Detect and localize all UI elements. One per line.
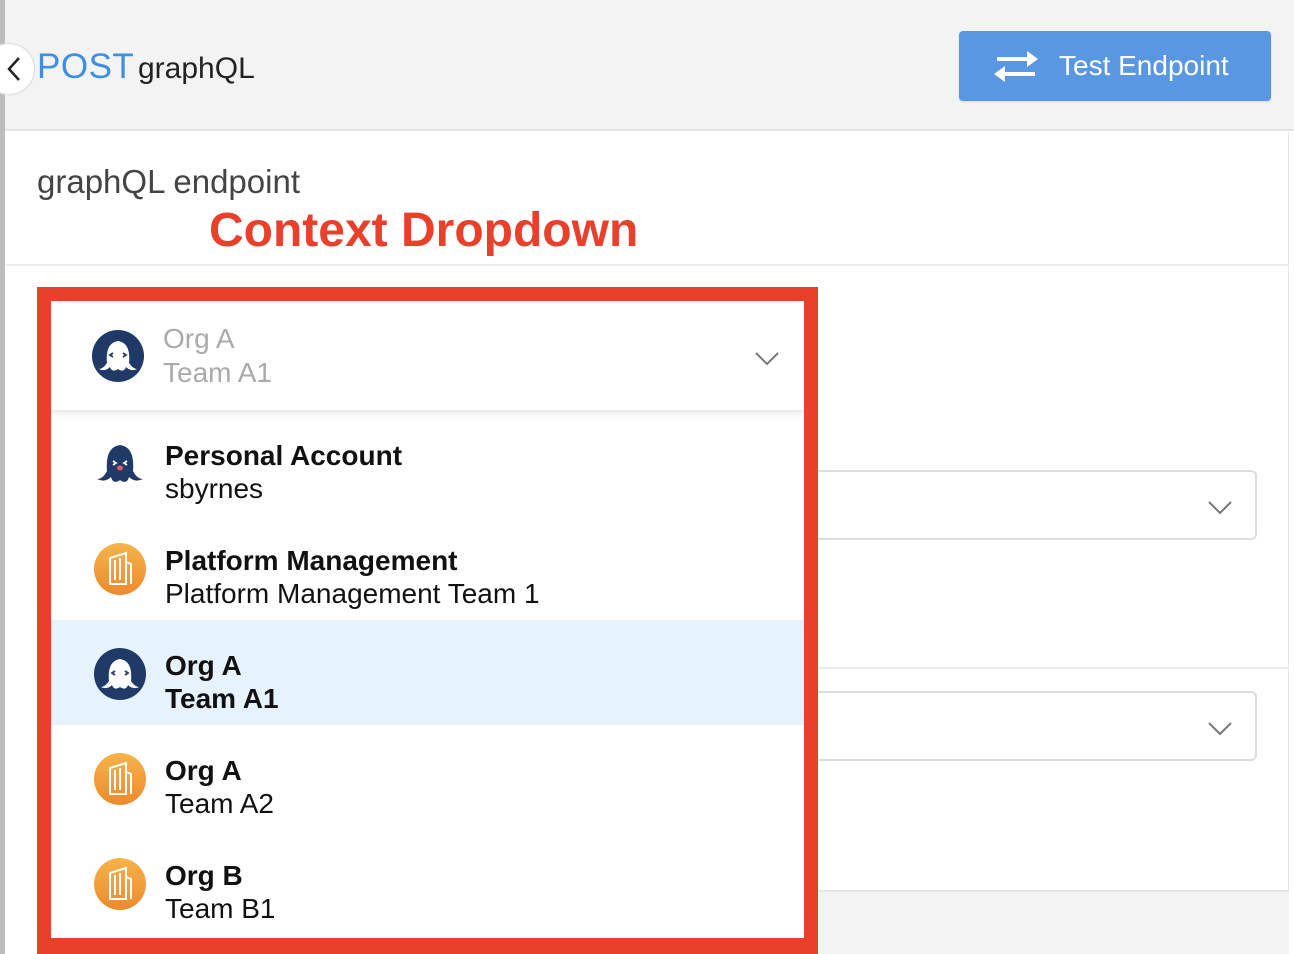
section-title: graphQL endpoint [37, 163, 300, 200]
test-endpoint-label: Test Endpoint [1059, 50, 1229, 81]
building-avatar-icon [94, 543, 146, 595]
option-org-name: Org B [165, 860, 243, 891]
octopus-avatar-icon [97, 445, 143, 482]
context-dropdown-toggle[interactable]: Org A Team A1 [51, 301, 804, 410]
option-org-name: Platform Management [165, 545, 458, 576]
octopus-avatar-icon [92, 330, 144, 382]
divider [815, 667, 1289, 669]
option-team-name: Team A1 [165, 683, 279, 714]
chevron-down-icon [1208, 722, 1232, 736]
annotation-label: Context Dropdown [209, 204, 639, 257]
option-team-name: Platform Management Team 1 [165, 578, 540, 609]
context-dropdown: Org A Team A1 Personal Account sbyrnes P… [51, 301, 804, 938]
endpoint-name: graphQL [138, 52, 255, 85]
option-org-name: Org A [165, 755, 242, 786]
swap-arrows-icon [994, 51, 1038, 82]
building-avatar-icon [94, 858, 146, 910]
octopus-avatar-icon [94, 648, 146, 700]
context-option[interactable]: Org A Team A2 [51, 725, 804, 830]
selected-org: Org A [163, 323, 235, 354]
chevron-down-icon [755, 352, 779, 366]
background-select[interactable] [785, 470, 1257, 540]
option-team-name: Team A2 [165, 788, 274, 819]
chevron-left-icon [7, 57, 20, 81]
footer-band [815, 890, 1289, 954]
endpoint-header: POST graphQL Test Endpoint [0, 0, 1294, 131]
http-method-label: POST [37, 47, 135, 86]
context-option[interactable]: Org B Team B1 [51, 830, 804, 935]
chevron-down-icon [1208, 501, 1232, 515]
building-avatar-icon [94, 753, 146, 805]
option-org-name: Org A [165, 650, 242, 681]
divider [5, 264, 1289, 266]
option-team-name: sbyrnes [165, 473, 264, 504]
selected-team: Team A1 [163, 357, 272, 388]
context-option[interactable]: Personal Account sbyrnes [51, 410, 804, 515]
context-option[interactable]: Platform Management Platform Management … [51, 515, 804, 620]
option-org-name: Personal Account [165, 440, 403, 471]
back-button[interactable] [0, 43, 35, 95]
option-team-name: Team B1 [165, 893, 276, 924]
test-endpoint-button[interactable]: Test Endpoint [959, 31, 1271, 101]
context-options-list: Personal Account sbyrnes Platform Manage… [51, 410, 804, 935]
context-option-selected[interactable]: Org A Team A1 [51, 620, 804, 725]
background-select[interactable] [785, 691, 1257, 761]
